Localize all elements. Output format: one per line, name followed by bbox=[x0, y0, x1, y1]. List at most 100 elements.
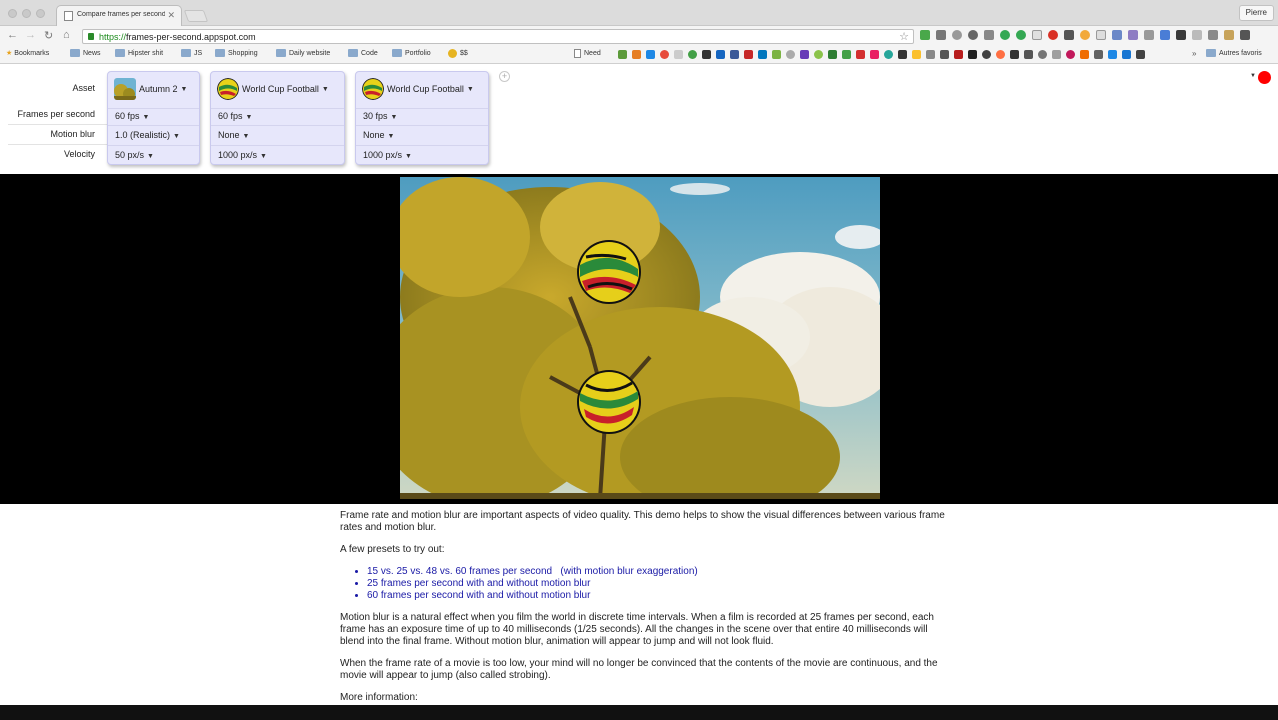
bookmark-folder[interactable]: Daily website bbox=[276, 49, 330, 57]
back-arrow-icon[interactable]: ← bbox=[7, 29, 18, 41]
extension-icon[interactable] bbox=[952, 30, 962, 40]
extension-icon[interactable] bbox=[1144, 30, 1154, 40]
other-bookmarks-folder[interactable]: Autres favoris bbox=[1206, 49, 1262, 57]
bookmark-icon[interactable] bbox=[1094, 50, 1103, 59]
bookmark-icon[interactable] bbox=[688, 50, 697, 59]
motion-blur-select[interactable]: None ▼ bbox=[363, 130, 394, 140]
bookmark-folder[interactable]: News bbox=[70, 49, 101, 57]
preset-link[interactable]: 60 frames per second with and without mo… bbox=[367, 590, 945, 602]
extension-icon[interactable] bbox=[1064, 30, 1074, 40]
bookmark-icon[interactable] bbox=[1136, 50, 1145, 59]
extension-icon[interactable] bbox=[1160, 30, 1170, 40]
bookmark-folder[interactable]: Hipster shit bbox=[115, 49, 163, 57]
extension-icon[interactable] bbox=[920, 30, 930, 40]
bookmark-icon[interactable] bbox=[786, 50, 795, 59]
bookmark-folder[interactable]: Portfolio bbox=[392, 49, 431, 57]
velocity-select[interactable]: 1000 px/s ▼ bbox=[218, 150, 267, 160]
bookmark-icon[interactable] bbox=[632, 50, 641, 59]
bookmark-folder[interactable]: Code bbox=[348, 49, 378, 57]
options-menu-chevron-icon[interactable]: ▼ bbox=[1250, 73, 1256, 79]
motion-blur-select[interactable]: None ▼ bbox=[218, 130, 249, 140]
bookmark-icon[interactable] bbox=[744, 50, 753, 59]
menu-icon[interactable] bbox=[1240, 30, 1250, 40]
bookmark-icon[interactable] bbox=[716, 50, 725, 59]
extension-icon[interactable] bbox=[984, 30, 994, 40]
asset-select[interactable]: Autumn 2 ▼ bbox=[114, 78, 187, 100]
bookmark-icon[interactable] bbox=[674, 50, 683, 59]
bookmark-icon[interactable] bbox=[1010, 50, 1019, 59]
bookmark-folder[interactable]: Shopping bbox=[215, 49, 258, 57]
asset-select[interactable]: World Cup Football ▼ bbox=[217, 78, 329, 100]
velocity-select[interactable]: 50 px/s ▼ bbox=[115, 150, 154, 160]
tab-close-icon[interactable]: ✕ bbox=[167, 10, 175, 21]
bookmark-icon[interactable] bbox=[660, 50, 669, 59]
preset-link[interactable]: 15 vs. 25 vs. 48 vs. 60 frames per secon… bbox=[367, 566, 945, 578]
extension-icon[interactable] bbox=[1176, 30, 1186, 40]
bookmark-icon[interactable] bbox=[870, 50, 879, 59]
bookmark-icon[interactable] bbox=[940, 50, 949, 59]
bookmark-icon[interactable] bbox=[926, 50, 935, 59]
autumn-scene-canvas[interactable] bbox=[400, 177, 880, 499]
address-bar[interactable]: https://frames-per-second.appspot.com ☆ bbox=[82, 29, 914, 44]
bookmark-icon[interactable] bbox=[996, 50, 1005, 59]
extension-icon[interactable] bbox=[1000, 30, 1010, 40]
bookmark-icon[interactable] bbox=[982, 50, 991, 59]
bookmark-icon[interactable] bbox=[1052, 50, 1061, 59]
bookmark-icon[interactable] bbox=[1108, 50, 1117, 59]
bookmark-icon[interactable] bbox=[1122, 50, 1131, 59]
bookmark-icon[interactable] bbox=[884, 50, 893, 59]
extension-icon[interactable] bbox=[1048, 30, 1058, 40]
bookmark-icon[interactable] bbox=[800, 50, 809, 59]
bookmark-icon[interactable] bbox=[814, 50, 823, 59]
extension-icon[interactable] bbox=[1096, 30, 1106, 40]
bookmark-icon[interactable] bbox=[954, 50, 963, 59]
maximize-window-button[interactable] bbox=[36, 9, 45, 18]
bookmark-star-icon[interactable]: ☆ bbox=[899, 30, 909, 43]
bookmark-icon[interactable] bbox=[842, 50, 851, 59]
browser-tab[interactable]: Compare frames per second ✕ bbox=[56, 5, 182, 26]
bookmark-icon[interactable] bbox=[968, 50, 977, 59]
add-column-button[interactable]: + bbox=[499, 71, 510, 82]
record-dot-icon[interactable] bbox=[1258, 71, 1271, 84]
velocity-select[interactable]: 1000 px/s ▼ bbox=[363, 150, 412, 160]
bookmark-icon[interactable] bbox=[1038, 50, 1047, 59]
bookmark-icon[interactable] bbox=[702, 50, 711, 59]
fps-select[interactable]: 60 fps ▼ bbox=[218, 111, 252, 121]
bookmark-icon[interactable] bbox=[898, 50, 907, 59]
bookmark-icon[interactable] bbox=[772, 50, 781, 59]
home-icon[interactable]: ⌂ bbox=[63, 29, 70, 41]
fps-select[interactable]: 60 fps ▼ bbox=[115, 111, 149, 121]
extension-icon[interactable] bbox=[1112, 30, 1122, 40]
bookmarks-overflow-icon[interactable]: » bbox=[1192, 49, 1196, 58]
bookmark-icon[interactable] bbox=[758, 50, 767, 59]
extension-icon[interactable] bbox=[1016, 30, 1026, 40]
bookmark-icon[interactable] bbox=[1024, 50, 1033, 59]
extension-icon[interactable] bbox=[968, 30, 978, 40]
preset-link[interactable]: 25 frames per second with and without mo… bbox=[367, 578, 945, 590]
bookmark-icon[interactable] bbox=[730, 50, 739, 59]
bookmark-icon[interactable] bbox=[912, 50, 921, 59]
bookmark-icon[interactable] bbox=[1066, 50, 1075, 59]
minimize-window-button[interactable] bbox=[22, 9, 31, 18]
bookmark-icon[interactable] bbox=[618, 50, 627, 59]
bookmark-icon[interactable] bbox=[856, 50, 865, 59]
forward-arrow-icon[interactable]: → bbox=[25, 29, 36, 41]
bookmark-item[interactable]: ★ Bookmarks bbox=[6, 49, 49, 58]
bookmark-item[interactable]: $$ bbox=[448, 49, 468, 58]
reload-icon[interactable]: ↻ bbox=[44, 29, 53, 42]
extension-icon[interactable] bbox=[936, 30, 946, 40]
fps-select[interactable]: 30 fps ▼ bbox=[363, 111, 397, 121]
bookmark-folder[interactable]: JS bbox=[181, 49, 202, 57]
extension-icon[interactable] bbox=[1080, 30, 1090, 40]
extension-icon[interactable] bbox=[1224, 30, 1234, 40]
bookmark-item[interactable]: Need bbox=[574, 49, 601, 58]
extension-icon[interactable] bbox=[1208, 30, 1218, 40]
extension-icon[interactable] bbox=[1192, 30, 1202, 40]
motion-blur-select[interactable]: 1.0 (Realistic) ▼ bbox=[115, 130, 180, 140]
bookmark-icon[interactable] bbox=[646, 50, 655, 59]
bookmark-icon[interactable] bbox=[828, 50, 837, 59]
extension-icon[interactable] bbox=[1032, 30, 1042, 40]
asset-select[interactable]: World Cup Football ▼ bbox=[362, 78, 474, 100]
profile-button[interactable]: Pierre bbox=[1238, 5, 1274, 21]
bookmark-icon[interactable] bbox=[1080, 50, 1089, 59]
